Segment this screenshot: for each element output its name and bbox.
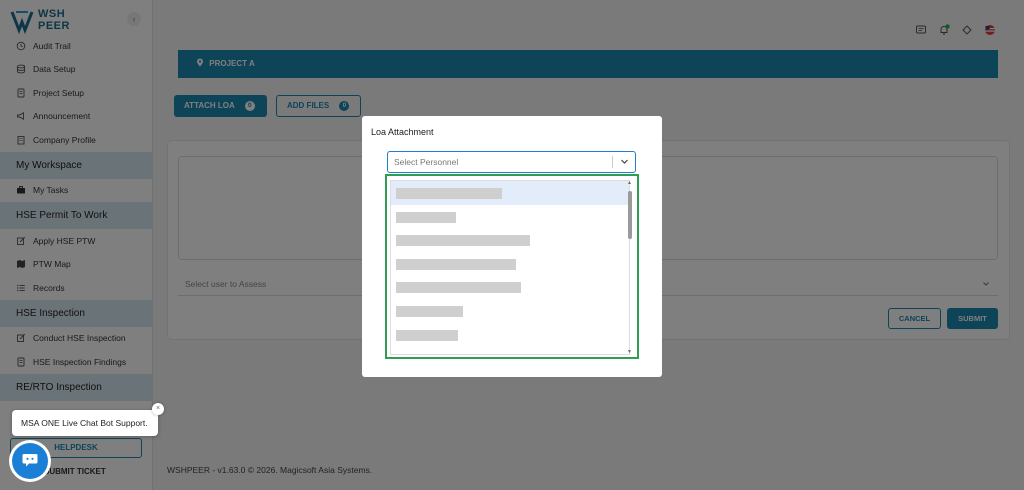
- chevron-down-icon[interactable]: [620, 152, 629, 172]
- redacted-name-placeholder: [396, 282, 521, 294]
- chat-bot-tooltip[interactable]: MSA ONE Live Chat Bot Support.: [12, 410, 158, 436]
- loa-attachment-modal: Loa Attachment Select Personnel ▲ ▼: [362, 116, 662, 377]
- redacted-name-placeholder: [396, 188, 502, 199]
- chat-bot-button[interactable]: [12, 443, 48, 479]
- personnel-option[interactable]: [391, 205, 629, 229]
- select-personnel-placeholder: Select Personnel: [394, 157, 459, 167]
- personnel-option[interactable]: [391, 275, 629, 299]
- modal-title: Loa Attachment: [371, 127, 434, 137]
- redacted-name-placeholder: [396, 211, 456, 223]
- personnel-option[interactable]: [391, 323, 629, 347]
- options-scroll-area[interactable]: [390, 180, 630, 355]
- select-personnel-dropdown[interactable]: Select Personnel: [387, 151, 636, 173]
- select-separator: [612, 156, 613, 168]
- close-icon[interactable]: ×: [152, 403, 164, 415]
- redacted-name-placeholder: [396, 305, 463, 317]
- personnel-option[interactable]: [391, 181, 629, 205]
- personnel-option[interactable]: [391, 299, 629, 323]
- personnel-option[interactable]: [391, 228, 629, 252]
- personnel-option[interactable]: [391, 252, 629, 276]
- personnel-options-list: ▲ ▼: [385, 174, 639, 359]
- chat-bot-icon: [21, 451, 39, 471]
- scroll-thumb[interactable]: [628, 191, 632, 239]
- redacted-name-placeholder: [396, 329, 458, 341]
- redacted-name-placeholder: [396, 258, 516, 270]
- redacted-name-placeholder: [396, 235, 530, 247]
- scroll-down-arrow-icon[interactable]: ▼: [627, 349, 632, 355]
- options-scrollbar[interactable]: ▲ ▼: [626, 180, 634, 355]
- scroll-up-arrow-icon[interactable]: ▲: [627, 180, 632, 186]
